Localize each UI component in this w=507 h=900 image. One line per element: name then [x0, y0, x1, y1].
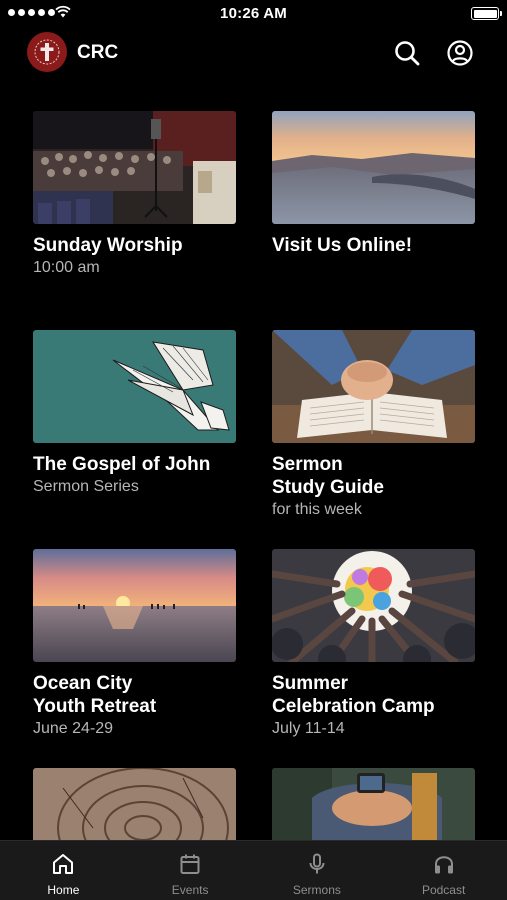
- tab-podcast[interactable]: Podcast: [380, 841, 507, 900]
- card-title-line: Youth Retreat: [33, 696, 157, 717]
- tab-label: Sermons: [292, 883, 341, 897]
- home-icon: [50, 851, 76, 877]
- sermon-study-guide-image: [272, 330, 475, 443]
- card-subtitle: for this week: [272, 501, 362, 518]
- card-visit-us-online[interactable]: Visit Us Online!: [272, 111, 475, 257]
- card-title: Summer Celebration Camp: [272, 672, 475, 718]
- tab-label: Home: [47, 883, 80, 897]
- card-subtitle: July 11-14: [272, 720, 345, 737]
- card-title-line: Ocean City: [33, 673, 133, 694]
- search-icon: [395, 41, 420, 66]
- sunday-worship-image: [33, 111, 236, 224]
- card-sermon-study-guide[interactable]: Sermon Study Guide for this week: [272, 330, 475, 521]
- card-subtitle: 10:00 am: [33, 259, 100, 276]
- card-title-line: Sermon: [272, 454, 343, 475]
- card-title: The Gospel of John: [33, 454, 211, 475]
- bottom-tab-bar: Home Events Sermons Podcast: [0, 840, 507, 900]
- card-ocean-city-youth-retreat[interactable]: Ocean City Youth Retreat June 24-29: [33, 549, 236, 740]
- tab-sermons[interactable]: Sermons: [254, 841, 381, 900]
- search-button[interactable]: [392, 38, 422, 68]
- visit-us-online-image: [272, 111, 475, 224]
- app-screen: 10:26 AM CRC Sunday Worship 10:00 am Vis…: [0, 0, 507, 900]
- app-title: CRC: [77, 42, 119, 63]
- gospel-of-john-image: [33, 330, 236, 443]
- account-button[interactable]: [445, 38, 475, 68]
- ocean-city-retreat-image: [33, 549, 236, 662]
- card-title-line: Study Guide: [272, 477, 384, 498]
- tab-events[interactable]: Events: [127, 841, 254, 900]
- card-title: Sunday Worship: [33, 235, 183, 256]
- card-summer-celebration-camp[interactable]: Summer Celebration Camp July 11-14: [272, 549, 475, 740]
- battery-icon: [471, 7, 502, 20]
- card-gospel-of-john[interactable]: The Gospel of John Sermon Series: [33, 330, 236, 498]
- summer-camp-image: [272, 549, 475, 662]
- tab-home[interactable]: Home: [0, 841, 127, 900]
- card-title-line: Summer: [272, 673, 349, 694]
- microphone-icon: [304, 851, 330, 877]
- card-title: Sermon Study Guide: [272, 453, 475, 499]
- card-title: Ocean City Youth Retreat: [33, 672, 236, 718]
- tab-label: Podcast: [421, 883, 466, 897]
- status-bar: 10:26 AM: [0, 0, 507, 28]
- church-logo-icon[interactable]: [27, 32, 67, 72]
- card-title-line: Celebration Camp: [272, 696, 435, 717]
- card-title: Visit Us Online!: [272, 235, 413, 256]
- tab-label: Events: [171, 883, 209, 897]
- app-header: CRC: [0, 30, 507, 76]
- calendar-icon: [177, 851, 203, 877]
- card-sunday-worship[interactable]: Sunday Worship 10:00 am: [33, 111, 236, 279]
- user-account-icon: [447, 40, 473, 66]
- card-subtitle: Sermon Series: [33, 478, 139, 495]
- card-subtitle: June 24-29: [33, 720, 114, 737]
- headphones-icon: [431, 851, 457, 877]
- status-time: 10:26 AM: [220, 5, 287, 22]
